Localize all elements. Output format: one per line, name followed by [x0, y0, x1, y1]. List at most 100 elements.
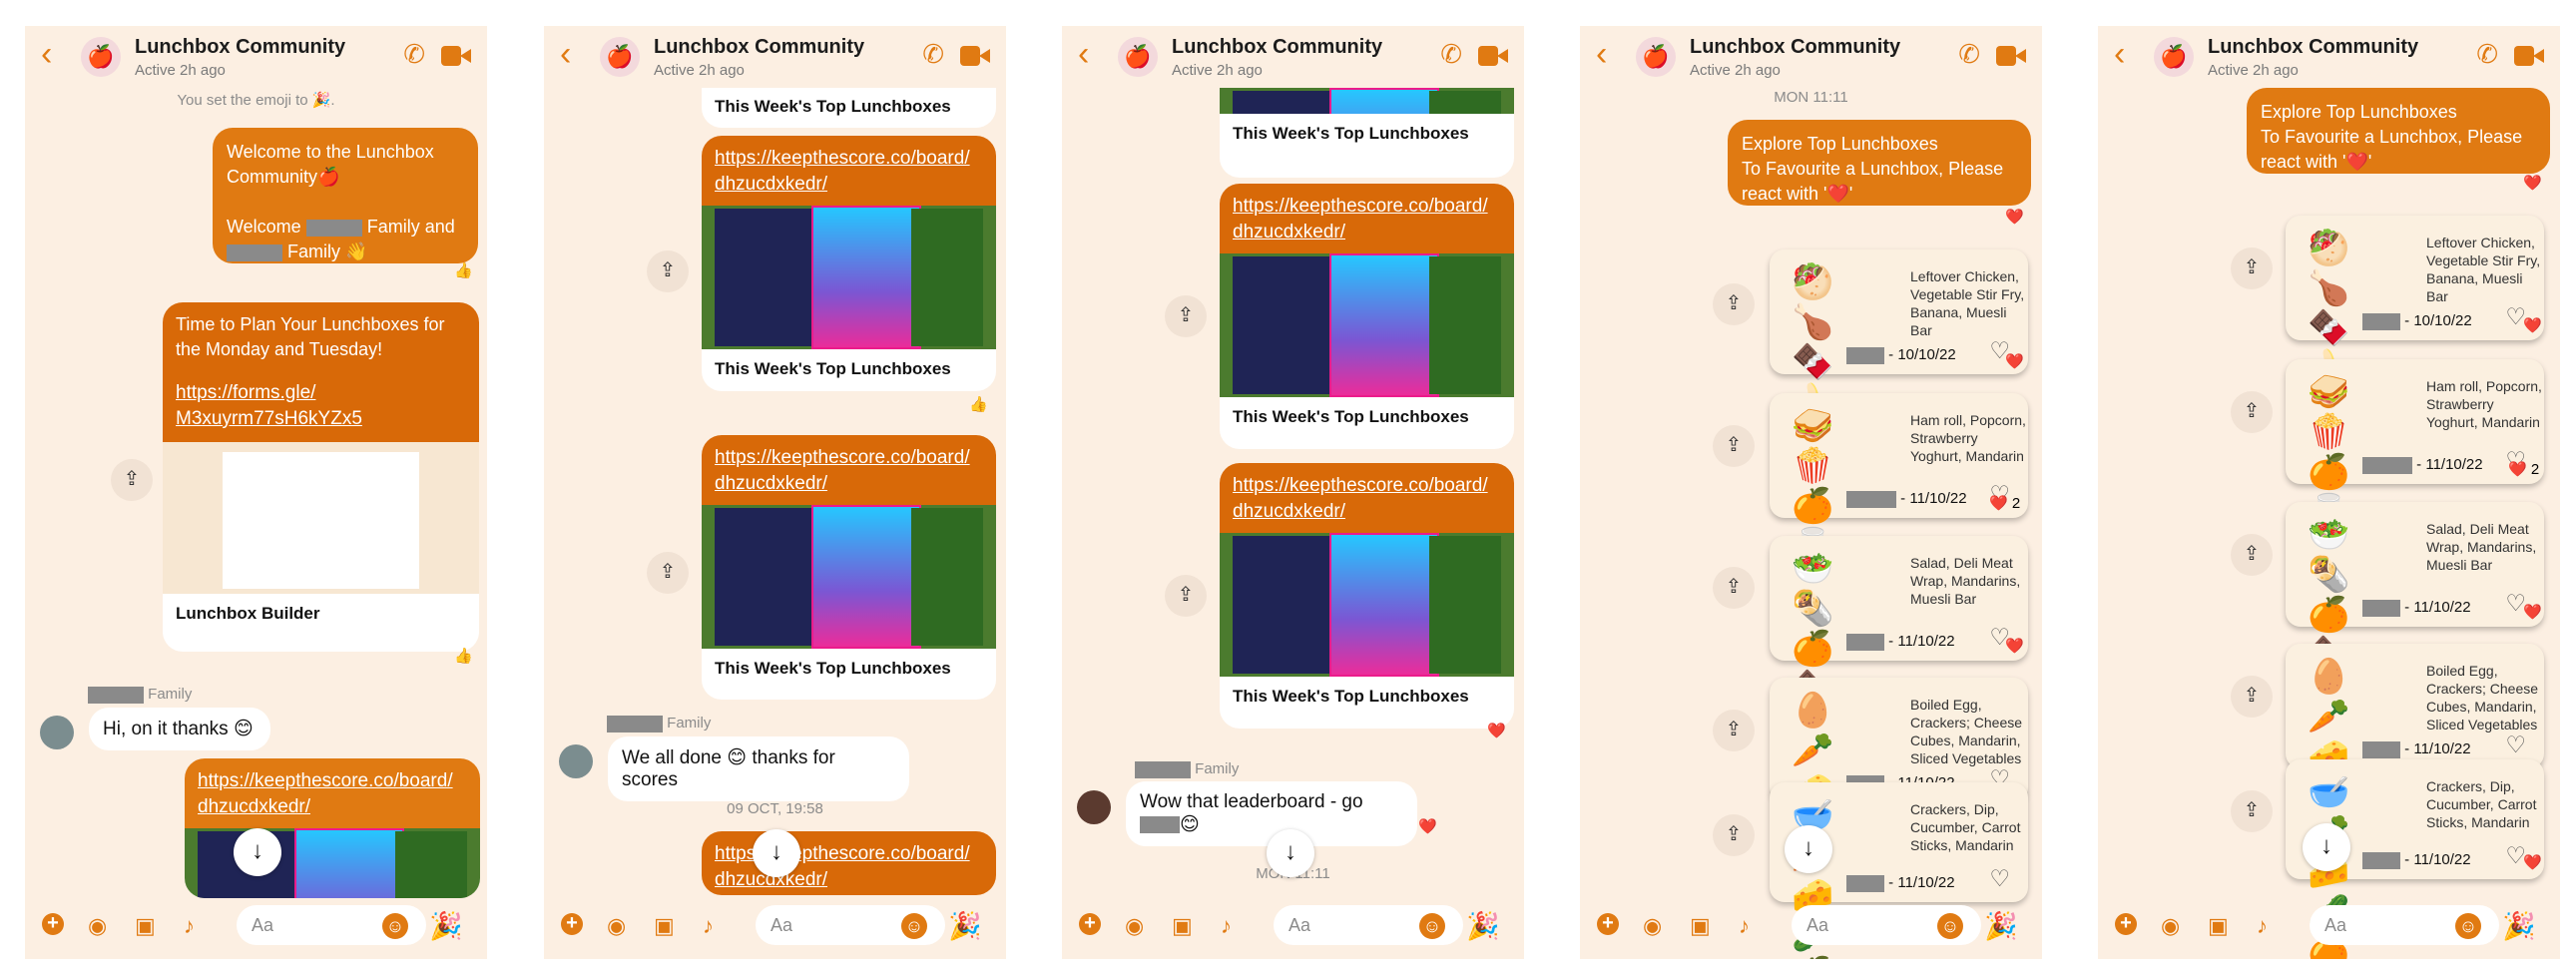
party-icon[interactable]: 🎉 — [1466, 910, 1500, 942]
mic-icon[interactable]: ♪ — [184, 913, 195, 939]
message-card[interactable]: https://keepthescore.co/board/ dhzucdxke… — [1220, 184, 1514, 449]
mic-icon[interactable]: ♪ — [703, 913, 714, 939]
share-icon[interactable]: ⇪ — [1713, 425, 1755, 467]
camera-icon[interactable]: ◉ — [1643, 913, 1662, 939]
image-icon[interactable]: ▣ — [654, 913, 675, 939]
image-icon[interactable]: ▣ — [1690, 913, 1711, 939]
favourite-card[interactable]: 🥙🍗 🍫🍌 Leftover Chicken, Vegetable Stir F… — [2286, 216, 2544, 387]
heart-plus-icon[interactable]: ♡ — [1989, 865, 2010, 892]
phone-icon[interactable]: ✆ — [1958, 39, 1980, 70]
smiley-icon[interactable]: ☺ — [901, 913, 927, 939]
party-icon[interactable]: 🎉 — [1984, 910, 2018, 942]
favourite-card[interactable]: 🥙🍗 🍫🍌 Leftover Chicken, Vegetable Stir F… — [1770, 249, 2028, 421]
favourite-card[interactable]: 🥗🌯 🍊🍫 Salad, Deli Meat Wrap, Mandarins, … — [1770, 536, 2028, 708]
avatar — [40, 716, 74, 749]
reaction: 👍 — [454, 648, 473, 665]
favourite-card[interactable]: 🥪🍿 🍊🥛 Ham roll, Popcorn, Strawberry Yogh… — [2286, 359, 2544, 531]
plus-icon[interactable]: + — [561, 913, 583, 935]
phone-icon[interactable]: ✆ — [922, 39, 944, 70]
chat-header: ‹ 🍎 Lunchbox Community Active 2h ago ✆ — [1580, 26, 2042, 88]
share-icon[interactable]: ⇪ — [1713, 814, 1755, 856]
arrow-down-icon[interactable]: ↓ — [1785, 825, 1832, 873]
share-icon[interactable]: ⇪ — [1713, 567, 1755, 609]
chevron-left-icon[interactable]: ‹ — [1596, 37, 1618, 71]
message-card[interactable]: This Week's Top Lunchboxes — [702, 88, 996, 128]
plus-icon[interactable]: + — [1079, 913, 1101, 935]
share-icon[interactable]: ⇪ — [2231, 534, 2273, 576]
phone-icon[interactable]: ✆ — [1440, 39, 1462, 70]
heart-plus-icon[interactable]: ♡ — [2505, 732, 2526, 758]
group-avatar: 🍎 — [600, 37, 640, 77]
smiley-icon[interactable]: ☺ — [382, 913, 408, 939]
video-icon[interactable] — [1478, 46, 1508, 68]
chevron-left-icon[interactable]: ‹ — [41, 37, 63, 71]
message-card[interactable]: This Week's Top Lunchboxes — [1220, 88, 1514, 178]
camera-icon[interactable]: ◉ — [607, 913, 626, 939]
favourite-card[interactable]: 🥗🌯 🍊🍫 Salad, Deli Meat Wrap, Mandarins, … — [2286, 502, 2544, 674]
plus-icon[interactable]: + — [1597, 913, 1619, 935]
video-icon[interactable] — [2514, 46, 2544, 68]
video-icon[interactable] — [441, 46, 471, 68]
favourite-card[interactable]: 🥚🥕🧀 🧀🍊 Boiled Egg, Crackers; Cheese Cube… — [2286, 644, 2544, 855]
message-card[interactable]: https://keepthescore.co/board/ dhzucdxke… — [702, 435, 996, 700]
camera-icon[interactable]: ◉ — [1125, 913, 1144, 939]
share-icon[interactable]: ⇪ — [1713, 710, 1755, 751]
preview-caption: Lunchbox Builder — [176, 604, 320, 623]
share-icon[interactable]: ⇪ — [1713, 283, 1755, 325]
share-icon[interactable]: ⇪ — [2231, 676, 2273, 718]
leaderboard-image — [185, 828, 480, 898]
smiley-icon[interactable]: ☺ — [1419, 913, 1445, 939]
party-icon[interactable]: 🎉 — [948, 910, 982, 942]
plus-icon[interactable]: + — [2115, 913, 2137, 935]
mic-icon[interactable]: ♪ — [1739, 913, 1750, 939]
phone-icon[interactable]: ✆ — [403, 39, 425, 70]
smiley-icon[interactable]: ☺ — [1937, 913, 1963, 939]
smiley-icon[interactable]: ☺ — [2455, 913, 2481, 939]
message-bubble: Hi, on it thanks 😊 — [89, 708, 270, 750]
mic-icon[interactable]: ♪ — [2257, 913, 2268, 939]
party-icon[interactable]: 🎉 — [429, 910, 463, 942]
share-icon[interactable]: ⇪ — [2231, 247, 2273, 289]
message-card[interactable]: Time to Plan Your Lunchboxes for the Mon… — [163, 302, 479, 652]
share-icon[interactable]: ⇪ — [111, 459, 153, 501]
image-icon[interactable]: ▣ — [135, 913, 156, 939]
redacted-name — [305, 219, 362, 237]
share-icon[interactable]: ⇪ — [1165, 575, 1207, 617]
video-icon[interactable] — [1996, 46, 2026, 68]
share-icon[interactable]: ⇪ — [647, 250, 689, 292]
arrow-down-icon[interactable]: ↓ — [1267, 829, 1314, 877]
reaction: ❤️ 2 — [1989, 495, 2021, 512]
arrow-down-icon[interactable]: ↓ — [234, 828, 281, 876]
image-icon[interactable]: ▣ — [1172, 913, 1193, 939]
chat-header: ‹ 🍎 Lunchbox Community Active 2h ago ✆ — [25, 26, 487, 88]
message-card[interactable]: https://keepthescore.co/board/ dhzucdxke… — [1220, 463, 1514, 729]
camera-icon[interactable]: ◉ — [2161, 913, 2180, 939]
mic-icon[interactable]: ♪ — [1221, 913, 1232, 939]
composer: + ◉ ▣ ♪ Aa ☺ 🎉 — [1580, 895, 2042, 959]
leaderboard-image — [702, 206, 996, 349]
leaderboard-image — [1220, 533, 1514, 677]
arrow-down-icon[interactable]: ↓ — [2303, 823, 2350, 871]
group-status: Active 2h ago — [1172, 62, 1263, 79]
share-icon[interactable]: ⇪ — [2231, 790, 2273, 832]
camera-icon[interactable]: ◉ — [88, 913, 107, 939]
video-icon[interactable] — [960, 46, 990, 68]
composer: + ◉ ▣ ♪ Aa ☺ 🎉 — [2098, 895, 2560, 959]
form-link[interactable]: https://forms.gle/ M3xuyrm77sH6kYZx5 — [176, 380, 466, 432]
share-icon[interactable]: ⇪ — [1165, 295, 1207, 337]
chevron-left-icon[interactable]: ‹ — [1078, 37, 1100, 71]
message-card[interactable]: https://keepthescore.co/board/ dhzucdxke… — [702, 831, 996, 895]
phone-icon[interactable]: ✆ — [2476, 39, 2498, 70]
arrow-down-icon[interactable]: ↓ — [753, 829, 800, 877]
message-card[interactable]: https://keepthescore.co/board/ dhzucdxke… — [185, 758, 480, 898]
party-icon[interactable]: 🎉 — [2502, 910, 2536, 942]
chevron-left-icon[interactable]: ‹ — [560, 37, 582, 71]
group-status: Active 2h ago — [135, 62, 226, 79]
composer: + ◉ ▣ ♪ Aa ☺ 🎉 — [544, 895, 1006, 959]
image-icon[interactable]: ▣ — [2208, 913, 2229, 939]
share-icon[interactable]: ⇪ — [2231, 391, 2273, 433]
message-card[interactable]: https://keepthescore.co/board/ dhzucdxke… — [702, 136, 996, 391]
chevron-left-icon[interactable]: ‹ — [2114, 37, 2136, 71]
plus-icon[interactable]: + — [42, 913, 64, 935]
share-icon[interactable]: ⇪ — [647, 552, 689, 594]
